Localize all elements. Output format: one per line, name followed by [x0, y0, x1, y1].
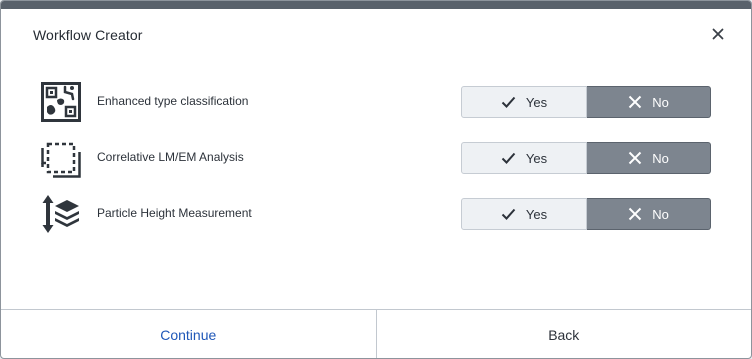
- yes-label: Yes: [525, 206, 548, 222]
- option-label: Enhanced type classification: [97, 94, 249, 108]
- option-row-particle-height: Particle Height Measurement Yes No: [1, 192, 751, 236]
- yes-label: Yes: [525, 150, 548, 166]
- yes-label: Yes: [525, 94, 548, 110]
- yes-button[interactable]: Yes: [461, 142, 587, 174]
- close-button[interactable]: [707, 25, 729, 43]
- yes-button[interactable]: Yes: [461, 86, 587, 118]
- dialog-footer: Continue Back: [1, 309, 752, 358]
- dialog-title: Workflow Creator: [33, 27, 143, 43]
- no-button[interactable]: No: [587, 198, 711, 230]
- back-button[interactable]: Back: [377, 310, 752, 358]
- yes-no-toggle: Yes No: [461, 86, 711, 118]
- option-row-correlative-analysis: Correlative LM/EM Analysis Yes No: [1, 136, 751, 180]
- height-measurement-icon: [41, 194, 81, 234]
- option-row-enhanced-classification: Enhanced type classification Yes No: [1, 80, 751, 124]
- dialog-top-bar: [1, 1, 751, 9]
- continue-button[interactable]: Continue: [1, 310, 377, 358]
- no-button[interactable]: No: [587, 86, 711, 118]
- yes-no-toggle: Yes No: [461, 142, 711, 174]
- check-icon: [501, 208, 516, 220]
- x-icon: [628, 95, 642, 109]
- classification-icon: [41, 82, 81, 122]
- yes-no-toggle: Yes No: [461, 198, 711, 230]
- check-icon: [501, 152, 516, 164]
- no-button[interactable]: No: [587, 142, 711, 174]
- correlative-icon: [41, 138, 81, 178]
- x-icon: [628, 151, 642, 165]
- yes-button[interactable]: Yes: [461, 198, 587, 230]
- close-icon: [712, 28, 724, 40]
- x-icon: [628, 207, 642, 221]
- no-label: No: [652, 94, 669, 110]
- no-label: No: [652, 206, 669, 222]
- no-label: No: [652, 150, 669, 166]
- check-icon: [501, 96, 516, 108]
- workflow-creator-dialog: Workflow Creator Enhanced type classific…: [0, 0, 752, 359]
- option-label: Particle Height Measurement: [97, 206, 252, 220]
- option-label: Correlative LM/EM Analysis: [97, 150, 244, 164]
